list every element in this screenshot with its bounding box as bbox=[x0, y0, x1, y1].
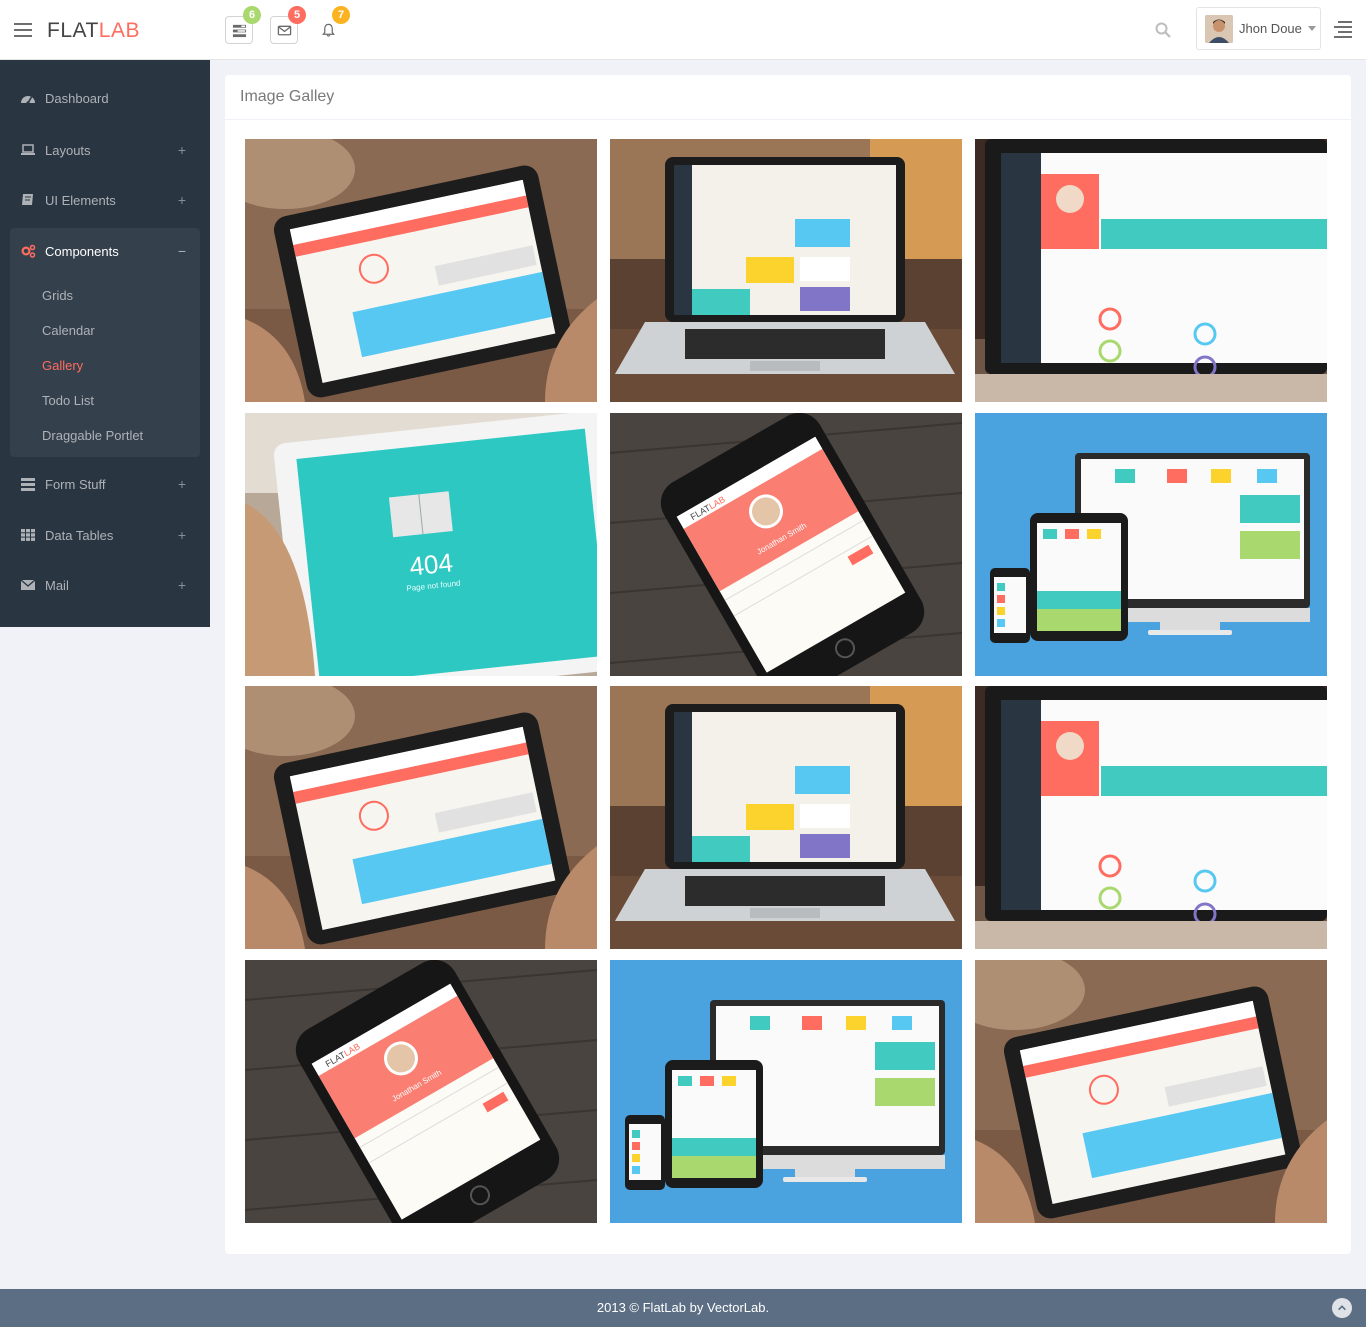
divider bbox=[225, 119, 1351, 120]
gallery-image[interactable] bbox=[610, 139, 962, 402]
sidebar-item-dashboard[interactable]: Dashboard bbox=[0, 78, 210, 118]
go-top-button[interactable] bbox=[1332, 1298, 1352, 1318]
collapse-icon: − bbox=[177, 243, 186, 259]
gallery-image[interactable]: FLATLAB Jonathan Smith bbox=[610, 413, 962, 676]
messages-notification-button[interactable]: 5 bbox=[270, 6, 306, 44]
sidebar: Dashboard Layouts + UI Elements + Compon… bbox=[0, 60, 210, 627]
alerts-notification-button[interactable]: 7 bbox=[314, 6, 350, 44]
gallery-image[interactable] bbox=[610, 960, 962, 1223]
sidebar-subitem-grids[interactable]: Grids bbox=[42, 288, 73, 303]
gallery-image[interactable] bbox=[610, 686, 962, 949]
user-menu-dropdown[interactable]: Jhon Doue bbox=[1196, 7, 1321, 50]
tasks-icon bbox=[21, 478, 35, 491]
footer: 2013 © FlatLab by VectorLab. bbox=[0, 1289, 1366, 1327]
top-header: FLATLAB 6 5 7 Jhon Doue bbox=[0, 0, 1366, 60]
messages-count-badge: 5 bbox=[288, 6, 306, 24]
table-icon bbox=[21, 529, 35, 541]
expand-icon: + bbox=[177, 192, 186, 208]
gallery-image[interactable] bbox=[245, 139, 597, 402]
sidebar-item-label: Dashboard bbox=[45, 90, 109, 106]
sidebar-item-label: Data Tables bbox=[45, 527, 114, 543]
sidebar-toggle-icon[interactable] bbox=[14, 23, 32, 37]
sidebar-item-data-tables[interactable]: Data Tables + bbox=[0, 515, 210, 555]
alerts-count-badge: 7 bbox=[332, 6, 350, 24]
envelope-icon bbox=[277, 25, 291, 35]
sidebar-subitem-draggable-portlet[interactable]: Draggable Portlet bbox=[42, 428, 143, 443]
sidebar-item-label: UI Elements bbox=[45, 192, 116, 208]
gallery-image[interactable]: 404 Page not found bbox=[245, 413, 597, 676]
sidebar-item-form-stuff[interactable]: Form Stuff + bbox=[0, 464, 210, 504]
gallery-image[interactable] bbox=[975, 960, 1327, 1223]
right-sidebar-toggle-icon[interactable] bbox=[1334, 21, 1352, 38]
gallery-image[interactable] bbox=[245, 686, 597, 949]
avatar bbox=[1205, 14, 1233, 43]
expand-icon: + bbox=[177, 527, 186, 543]
gallery-image[interactable] bbox=[975, 686, 1327, 949]
sidebar-subitem-gallery[interactable]: Gallery bbox=[42, 358, 83, 373]
dashboard-icon bbox=[21, 96, 35, 105]
envelope-icon bbox=[20, 579, 36, 590]
laptop-icon bbox=[21, 144, 35, 155]
tasks-icon bbox=[232, 24, 246, 37]
gallery-panel: Image Galley 404 Page not found FLATLAB Jon… bbox=[225, 75, 1351, 1254]
user-name: Jhon Doue bbox=[1239, 21, 1302, 36]
tasks-notification-button[interactable]: 6 bbox=[225, 6, 261, 44]
sidebar-item-layouts[interactable]: Layouts + bbox=[0, 130, 210, 170]
expand-icon: + bbox=[177, 142, 186, 158]
book-icon bbox=[22, 194, 33, 205]
expand-icon: + bbox=[177, 577, 186, 593]
search-icon[interactable] bbox=[1154, 21, 1172, 39]
gallery-image[interactable]: FLATLAB Jonathan Smith bbox=[245, 960, 597, 1223]
sidebar-subitem-calendar[interactable]: Calendar bbox=[42, 323, 95, 338]
svg-text:404: 404 bbox=[408, 547, 454, 581]
panel-title: Image Galley bbox=[240, 88, 335, 105]
logo[interactable]: FLATLAB bbox=[47, 19, 140, 43]
bell-icon bbox=[321, 23, 335, 37]
sidebar-item-ui-elements[interactable]: UI Elements + bbox=[0, 180, 210, 220]
sidebar-item-mail[interactable]: Mail + bbox=[0, 565, 210, 605]
gallery-image[interactable] bbox=[975, 139, 1327, 402]
tasks-count-badge: 6 bbox=[243, 6, 261, 24]
sidebar-item-components[interactable]: Components − bbox=[10, 228, 200, 274]
gallery-image[interactable] bbox=[975, 413, 1327, 676]
chevron-down-icon bbox=[1307, 26, 1316, 31]
sidebar-item-label: Mail bbox=[45, 577, 69, 593]
sidebar-item-label: Form Stuff bbox=[45, 476, 106, 492]
expand-icon: + bbox=[177, 476, 186, 492]
logo-accent: LAB bbox=[98, 19, 140, 42]
footer-text: 2013 © FlatLab by VectorLab. bbox=[596, 1300, 770, 1315]
sidebar-group-components: Components − Grids Calendar Gallery Todo… bbox=[10, 228, 200, 457]
sidebar-item-label: Components bbox=[45, 243, 119, 259]
sidebar-subitem-todo-list[interactable]: Todo List bbox=[42, 393, 94, 408]
chevron-up-icon bbox=[1338, 1305, 1346, 1311]
cogs-icon bbox=[21, 244, 36, 258]
logo-main: FLAT bbox=[47, 19, 99, 42]
sidebar-item-label: Layouts bbox=[45, 142, 91, 158]
